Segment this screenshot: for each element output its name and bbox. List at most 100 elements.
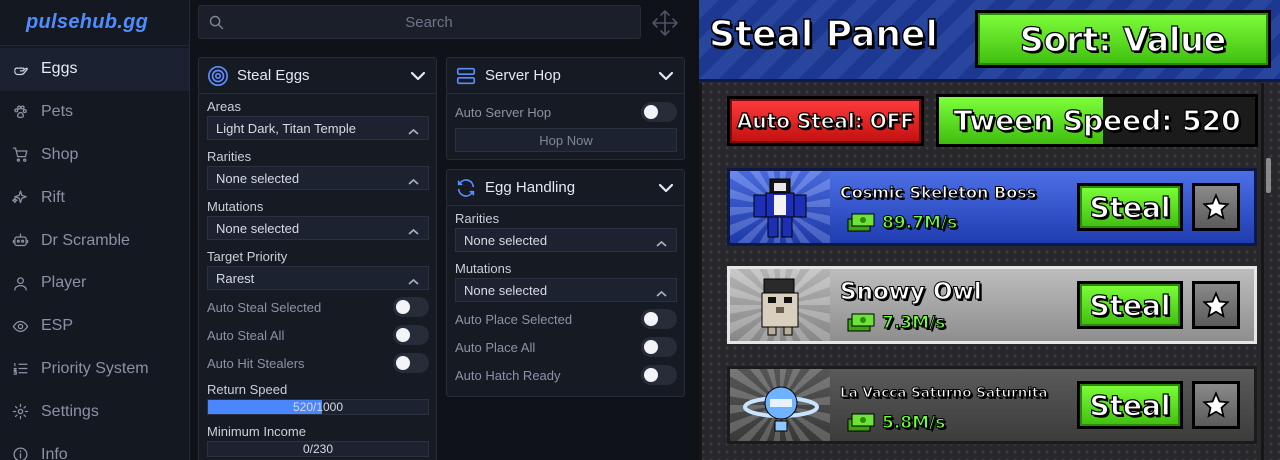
favorite-button[interactable] — [1192, 381, 1240, 429]
sidebar-nav: Eggs Pets Shop Rift Dr Scramble Player E… — [0, 46, 189, 460]
sidebar-item-label: Pets — [41, 103, 74, 121]
areas-label: Areas — [207, 99, 241, 114]
hop-now-button[interactable]: Hop Now — [455, 128, 677, 152]
select-value: None selected — [464, 282, 548, 298]
favorite-button[interactable] — [1192, 183, 1240, 231]
saturn-icon — [743, 386, 819, 432]
steal-button[interactable]: Steal — [1077, 381, 1183, 429]
search-input[interactable] — [239, 6, 619, 38]
favorite-button[interactable] — [1192, 281, 1240, 329]
steal-eggs-header[interactable]: Steal Eggs — [199, 58, 436, 94]
mutations-label: Mutations — [455, 261, 512, 276]
chevron-down-icon[interactable] — [658, 181, 674, 193]
auto-steal-button[interactable]: Auto Steal: OFF — [727, 96, 924, 146]
egg-handling-header[interactable]: Egg Handling — [447, 170, 684, 206]
panel-title: Server Hop — [485, 67, 561, 84]
game-view: Steal Panel Sort: Value Auto Steal: OFF … — [696, 0, 1280, 460]
toggle-label: Auto Hit Stealers — [207, 355, 305, 371]
steal-button[interactable]: Steal — [1077, 281, 1183, 329]
chevron-up-icon — [408, 124, 419, 135]
select-value: Rarest — [216, 270, 255, 286]
server-hop-panel: Server Hop Auto Server Hop Hop Now — [446, 57, 685, 160]
mutations-select[interactable]: None selected — [455, 278, 677, 302]
chevron-down-icon[interactable] — [658, 69, 674, 81]
chevron-up-icon — [408, 174, 419, 185]
auto-hit-stealers-toggle[interactable] — [393, 353, 429, 373]
chevron-down-icon[interactable] — [410, 69, 426, 81]
toggle-label: Auto Steal All — [207, 327, 285, 343]
sidebar-item-label: Eggs — [41, 60, 78, 78]
select-value: None selected — [216, 170, 300, 186]
rarities-label: Rarities — [207, 149, 252, 164]
auto-place-selected-row: Auto Place Selected — [447, 305, 684, 333]
pet-card: Cosmic Skeleton Boss 89.7M/s Steal — [727, 168, 1257, 246]
slider-value: 520/1000 — [292, 400, 344, 414]
toggle-label: Auto Place Selected — [455, 311, 573, 327]
sidebar-item-dr-scramble[interactable]: Dr Scramble — [0, 219, 189, 262]
auto-steal-selected-row: Auto Steal Selected — [199, 293, 436, 321]
sidebar-item-info[interactable]: Info — [0, 433, 189, 460]
toggle-knob — [396, 300, 410, 314]
sort-button[interactable]: Sort: Value — [975, 10, 1271, 68]
minimum-income-slider[interactable]: 0/230 — [207, 441, 429, 457]
search-box[interactable] — [198, 5, 641, 39]
sidebar-item-player[interactable]: Player — [0, 262, 189, 305]
pet-name: La Vacca Saturno Saturnita — [840, 385, 1049, 402]
sidebar-item-esp[interactable]: ESP — [0, 305, 189, 348]
auto-steal-selected-toggle[interactable] — [393, 297, 429, 317]
target-priority-select[interactable]: Rarest — [207, 266, 429, 290]
auto-place-selected-toggle[interactable] — [641, 309, 677, 329]
pet-name: Snowy Owl — [840, 279, 983, 306]
toggle-knob — [644, 312, 658, 326]
auto-server-hop-toggle[interactable] — [641, 102, 677, 122]
toggle-label: Auto Server Hop — [455, 104, 552, 120]
scrollbar[interactable] — [1266, 158, 1271, 193]
skeleton-boss-icon — [753, 178, 807, 238]
chevron-up-icon — [408, 274, 419, 285]
sidebar-item-label: Dr Scramble — [41, 231, 130, 249]
sidebar: pulsehub.gg Eggs Pets Shop Rift Dr Scram… — [0, 0, 190, 460]
chevron-up-icon — [656, 236, 667, 247]
egg-handling-panel: Egg Handling Rarities None selected Muta… — [446, 169, 685, 397]
auto-place-all-row: Auto Place All — [447, 333, 684, 361]
hand-icon — [10, 59, 30, 79]
sidebar-item-label: Shop — [41, 145, 79, 163]
rarities-select[interactable]: None selected — [455, 228, 677, 252]
eye-icon — [10, 316, 30, 336]
pet-card: Snowy Owl 7.3M/s Steal — [727, 266, 1257, 344]
toggle-knob — [396, 356, 410, 370]
auto-place-all-toggle[interactable] — [641, 337, 677, 357]
select-value: None selected — [464, 232, 548, 248]
areas-select[interactable]: Light Dark, Titan Temple — [207, 116, 429, 140]
steal-button[interactable]: Steal — [1077, 183, 1183, 231]
sidebar-item-rift[interactable]: Rift — [0, 176, 189, 219]
mutations-select[interactable]: None selected — [207, 216, 429, 240]
cash-icon — [847, 213, 875, 232]
server-hop-header[interactable]: Server Hop — [447, 58, 684, 94]
refresh-icon — [455, 177, 477, 199]
info-icon — [10, 445, 30, 460]
sidebar-item-eggs[interactable]: Eggs — [0, 48, 189, 91]
chevron-up-icon — [408, 224, 419, 235]
auto-steal-all-toggle[interactable] — [393, 325, 429, 345]
auto-hatch-ready-toggle[interactable] — [641, 365, 677, 385]
sidebar-item-label: Info — [41, 445, 68, 460]
sidebar-item-shop[interactable]: Shop — [0, 134, 189, 177]
rarities-select[interactable]: None selected — [207, 166, 429, 190]
tween-speed-slider[interactable]: Tween Speed: 520 — [936, 94, 1258, 147]
move-icon[interactable] — [650, 8, 680, 38]
return-speed-slider[interactable]: 520/1000 — [207, 399, 429, 415]
sidebar-item-priority-system[interactable]: Priority System — [0, 348, 189, 391]
rarities-label: Rarities — [455, 211, 500, 226]
pet-name: Cosmic Skeleton Boss — [839, 183, 1037, 203]
paw-icon — [10, 102, 30, 122]
return-speed-label: Return Speed — [207, 382, 288, 397]
cart-icon — [10, 145, 30, 165]
sidebar-item-pets[interactable]: Pets — [0, 91, 189, 134]
minimum-income-label: Minimum Income — [207, 424, 306, 439]
sidebar-item-settings[interactable]: Settings — [0, 390, 189, 433]
snowy-owl-icon — [761, 278, 799, 336]
tween-speed-label: Tween Speed: 520 — [953, 103, 1241, 137]
select-value: Light Dark, Titan Temple — [216, 120, 356, 136]
pet-rate: 7.3M/s — [881, 313, 946, 334]
